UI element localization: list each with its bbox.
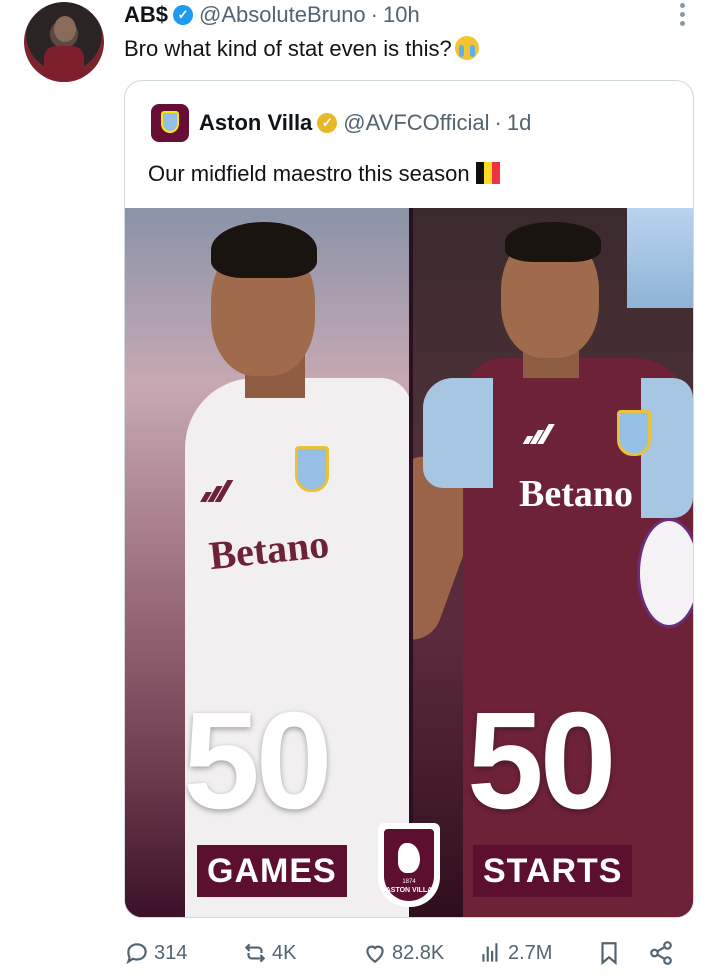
club-logo-avatar[interactable]: [151, 104, 189, 142]
tweet-text-content: Bro what kind of stat even is this?: [124, 36, 452, 61]
author-avatar[interactable]: [24, 2, 104, 82]
tweet-header: AB$ ✓ @AbsoluteBruno · 10h: [124, 0, 420, 30]
crest-text: ASTON VILLA: [385, 887, 433, 894]
reply-button[interactable]: 314: [124, 940, 187, 966]
player-hair: [211, 222, 317, 278]
separator: ·: [370, 2, 378, 27]
starts-number: 50: [467, 684, 616, 838]
views-button[interactable]: 2.7M: [478, 940, 552, 966]
share-button[interactable]: [648, 940, 678, 966]
like-icon: [366, 945, 384, 963]
quoted-media-image[interactable]: Betano 50 GAMES Betano 50 STARTS 1874 AS…: [125, 208, 693, 917]
avatar-shirt: [44, 46, 84, 82]
quoted-handle[interactable]: @AVFCOfficial: [343, 110, 489, 136]
crest-year: 1874: [402, 879, 416, 885]
player-photo-home: Betano 50 GAMES: [125, 208, 409, 917]
bookmark-button[interactable]: [596, 940, 626, 966]
quoted-text-content: Our midfield maestro this season: [148, 161, 470, 186]
aston-villa-crest-icon: 1874 ASTON VILLA: [378, 823, 440, 907]
share-icon: [650, 941, 672, 965]
tweet-text: Bro what kind of stat even is this?: [124, 36, 479, 62]
player-photo-away: Betano 50 STARTS: [413, 208, 693, 917]
avatar-head: [54, 16, 76, 42]
games-number: 50: [183, 684, 332, 838]
like-button[interactable]: 82.8K: [362, 940, 444, 966]
adidas-logo-icon: [522, 422, 555, 444]
views-count: 2.7M: [508, 941, 553, 964]
quoted-tweet[interactable]: Aston Villa ✓ @AVFCOfficial · 1d Our mid…: [124, 80, 694, 918]
jersey-crest-icon: [617, 410, 651, 456]
crying-emoji: [454, 36, 479, 60]
player-hair: [505, 222, 601, 262]
author-handle[interactable]: @AbsoluteBruno: [199, 2, 366, 28]
verified-icon: ✓: [317, 113, 338, 133]
more-icon[interactable]: [680, 3, 686, 30]
views-icon: [482, 943, 498, 962]
quoted-time[interactable]: 1d: [507, 110, 531, 136]
quoted-header: Aston Villa ✓ @AVFCOfficial · 1d: [151, 104, 531, 142]
games-label: GAMES: [197, 845, 347, 897]
quoted-text: Our midfield maestro this season: [148, 161, 500, 187]
lion-icon: [398, 843, 420, 873]
repost-count: 4K: [272, 941, 297, 964]
starts-label: STARTS: [473, 845, 633, 897]
action-bar: 314 4K 82.8K 2.7M: [124, 940, 684, 974]
repost-icon: [244, 943, 266, 963]
verified-icon: ✓: [173, 5, 194, 25]
adidas-logo-icon: [200, 480, 234, 502]
separator: ·: [494, 110, 502, 135]
quoted-author-name[interactable]: Aston Villa: [199, 110, 312, 136]
like-count: 82.8K: [392, 941, 445, 964]
reply-count: 314: [154, 941, 188, 964]
bookmark-icon: [601, 942, 617, 966]
author-name[interactable]: AB$: [124, 2, 168, 28]
left-sleeve: [423, 378, 493, 488]
jersey-crest-icon: [295, 446, 329, 492]
background-sky: [627, 208, 693, 308]
football: [637, 518, 693, 628]
repost-button[interactable]: 4K: [242, 940, 296, 966]
reply-icon: [126, 943, 147, 965]
belgium-flag-emoji: [475, 162, 500, 184]
right-sponsor: Betano: [519, 473, 633, 515]
tweet-time[interactable]: 10h: [383, 2, 420, 28]
